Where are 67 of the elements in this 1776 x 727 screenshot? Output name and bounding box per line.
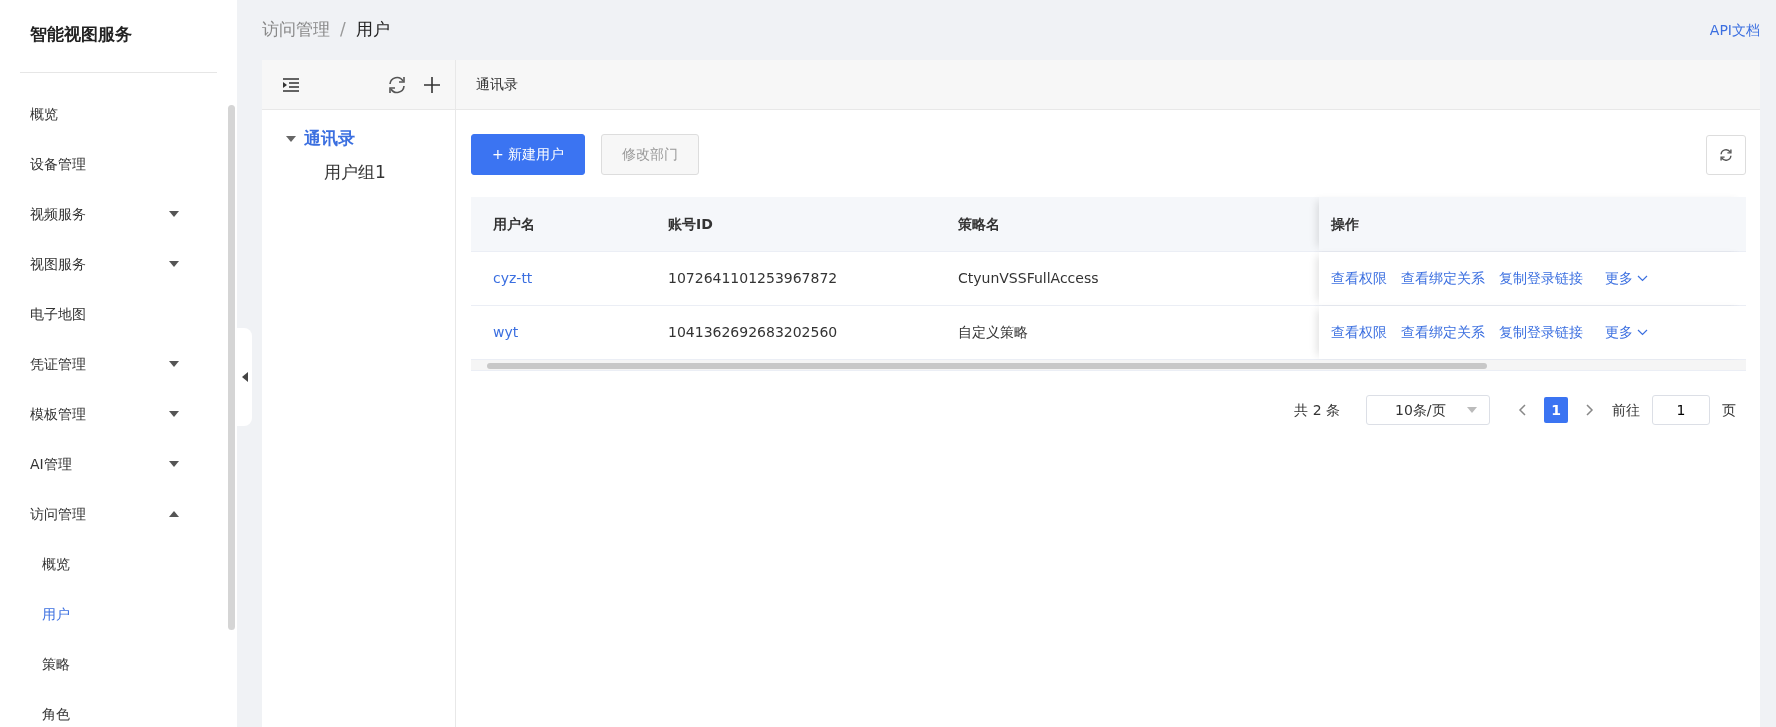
caret-icon bbox=[241, 372, 248, 382]
sidebar-subitem[interactable]: 用户 bbox=[0, 589, 237, 639]
column-header: 操作 bbox=[1331, 214, 1359, 234]
tree-node[interactable]: 用户组1 bbox=[262, 151, 455, 185]
caret-icon bbox=[169, 361, 179, 367]
sidebar-item[interactable]: 视频服务 bbox=[0, 189, 237, 239]
sidebar-item[interactable]: 模板管理 bbox=[0, 389, 237, 439]
action-link[interactable]: 复制登录链接 bbox=[1499, 268, 1583, 289]
sidebar-subitem[interactable]: 概览 bbox=[0, 539, 237, 589]
sidebar-item[interactable]: 设备管理 bbox=[0, 139, 237, 189]
sidebar-item[interactable]: 访问管理 bbox=[0, 489, 237, 539]
caret-icon bbox=[169, 511, 179, 517]
table-cell: 自定义策略 bbox=[958, 324, 1028, 340]
action-link[interactable]: 查看绑定关系 bbox=[1401, 268, 1485, 289]
table-cell: CtyunVSSFullAccess bbox=[958, 270, 1099, 286]
page-size-select[interactable]: 10条/页 bbox=[1366, 395, 1490, 425]
goto-label: 前往 bbox=[1612, 400, 1640, 420]
caret-icon bbox=[169, 461, 179, 467]
refresh-icon[interactable] bbox=[387, 74, 407, 95]
chevron-icon bbox=[1637, 329, 1648, 336]
refresh-button[interactable] bbox=[1706, 134, 1746, 175]
new-user-button[interactable]: + 新建用户 bbox=[471, 134, 586, 175]
caret-icon bbox=[169, 261, 179, 267]
next-page-icon[interactable] bbox=[1586, 404, 1594, 416]
column-header: 账号ID bbox=[668, 215, 713, 232]
breadcrumb-item: 用户 bbox=[355, 18, 390, 42]
table-cell: 1072641101253967872 bbox=[668, 270, 838, 286]
api-doc-link[interactable]: API文档 bbox=[1709, 19, 1760, 41]
caret-icon bbox=[169, 411, 179, 417]
sidebar-item[interactable]: AI管理 bbox=[0, 439, 237, 489]
refresh-icon bbox=[1719, 147, 1733, 162]
collapse-handle[interactable] bbox=[237, 328, 252, 426]
prev-page-icon[interactable] bbox=[1518, 404, 1526, 416]
page-button[interactable]: 1 bbox=[1544, 397, 1568, 423]
breadcrumb-item[interactable]: 访问管理 bbox=[262, 17, 330, 43]
action-link[interactable]: 查看权限 bbox=[1331, 322, 1387, 343]
action-link[interactable]: 查看权限 bbox=[1331, 268, 1387, 289]
caret-icon bbox=[169, 211, 179, 217]
table-cell: 1041362692683202560 bbox=[668, 324, 838, 340]
user-link[interactable]: wyt bbox=[493, 324, 519, 340]
more-dropdown[interactable]: 更多 bbox=[1605, 322, 1648, 343]
app-title: 智能视图服务 bbox=[29, 23, 133, 46]
chevron-icon bbox=[1637, 275, 1648, 282]
page-input[interactable]: 1 bbox=[1652, 395, 1710, 425]
sidebar-item[interactable]: 概览 bbox=[0, 89, 237, 139]
action-link[interactable]: 复制登录链接 bbox=[1499, 322, 1583, 343]
scrollbar[interactable] bbox=[228, 105, 235, 630]
sidebar-subitem[interactable]: 策略 bbox=[0, 639, 237, 689]
page-suffix: 页 bbox=[1722, 400, 1736, 420]
breadcrumb-separator: / bbox=[340, 18, 346, 42]
action-link[interactable]: 查看绑定关系 bbox=[1401, 322, 1485, 343]
horizontal-scrollbar[interactable] bbox=[471, 360, 1746, 371]
sidebar-item[interactable]: 凭证管理 bbox=[0, 339, 237, 389]
tree-node[interactable]: 通讯录 bbox=[262, 110, 455, 152]
chevron-icon bbox=[1467, 407, 1477, 413]
sidebar-item[interactable]: 电子地图 bbox=[0, 289, 237, 339]
panel-title: 通讯录 bbox=[476, 75, 518, 94]
sidebar-item[interactable]: 视图服务 bbox=[0, 239, 237, 289]
column-header: 用户名 bbox=[493, 215, 535, 232]
column-header: 策略名 bbox=[958, 215, 1000, 232]
more-dropdown[interactable]: 更多 bbox=[1605, 268, 1648, 289]
total-count: 共 2 条 bbox=[1294, 400, 1340, 420]
caret-icon bbox=[286, 135, 296, 142]
add-icon[interactable] bbox=[423, 75, 441, 94]
sidebar-subitem[interactable]: 角色 bbox=[0, 689, 237, 727]
indent-icon[interactable] bbox=[282, 77, 300, 92]
user-link[interactable]: cyz-tt bbox=[493, 270, 533, 286]
